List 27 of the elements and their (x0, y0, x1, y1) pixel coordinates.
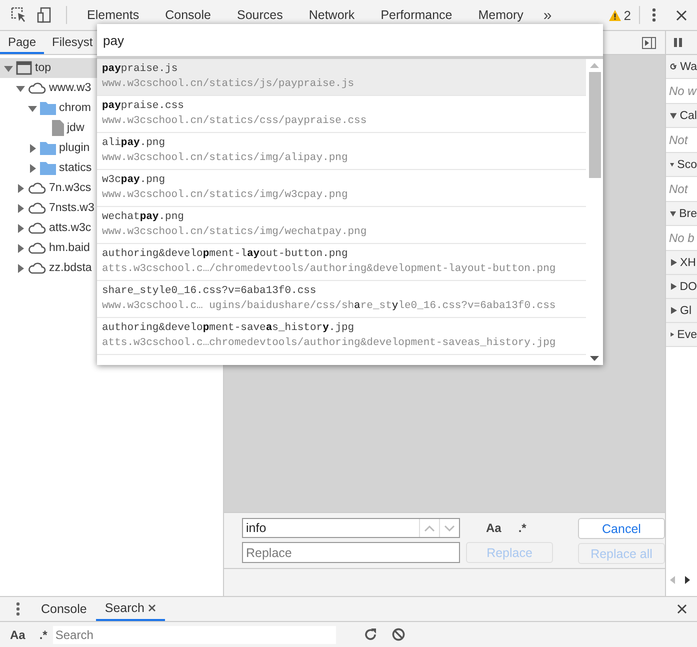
file-name: alipay.png (102, 136, 166, 151)
tree-label: 7nsts.w3 (49, 202, 94, 214)
file-url: www.w3cschool.cn/statics/css/paypraise.css (102, 114, 368, 129)
file-url: www.w3cschool.cn/statics/img/alipay.png (102, 151, 349, 166)
file-name: authoring&development-layout-button.png (102, 247, 349, 262)
file-name: authoring&development-saveas_history.jpg (102, 321, 356, 336)
file-url: www.w3cschool.cn/statics/js/paypraise.js (102, 77, 356, 92)
tree-label: hm.baid (49, 242, 90, 254)
file-name: paypraise.css (102, 99, 185, 114)
tree-label: jdw (67, 122, 84, 134)
file-url: www.w3cschool.cn/statics/img/wechatpay.png (102, 225, 368, 240)
tree-label: plugin (59, 142, 90, 154)
tree-label: top (35, 62, 51, 74)
file-url: atts.w3cschool.c…/chromedevtools/authoring&development-layout-button.png (102, 262, 557, 277)
tree-label: zz.bdsta (49, 262, 92, 274)
file-url: www.w3cschool.c… ugins/baidushare/css/share_style0_16.css?v=6aba13f0.css (102, 299, 557, 314)
tree-label: 7n.w3cs (49, 182, 92, 194)
tree-label: statics (59, 162, 92, 174)
file-name: w3cpay.png (102, 173, 166, 188)
file-url: www.w3cschool.cn/statics/img/w3cpay.png (102, 188, 349, 203)
tree-label: chrom (59, 102, 91, 114)
file-name: paypraise.js (102, 62, 179, 77)
tree-label: www.w3 (49, 82, 92, 94)
file-url: atts.w3cschool.c…chromedevtools/authoring&development-saveas_history.jpg (102, 336, 557, 351)
tree-label: atts.w3c (49, 222, 92, 234)
file-name: share_style0_16.css?v=6aba13f0.css (102, 284, 318, 299)
file-name: wechatpay.png (102, 210, 185, 225)
